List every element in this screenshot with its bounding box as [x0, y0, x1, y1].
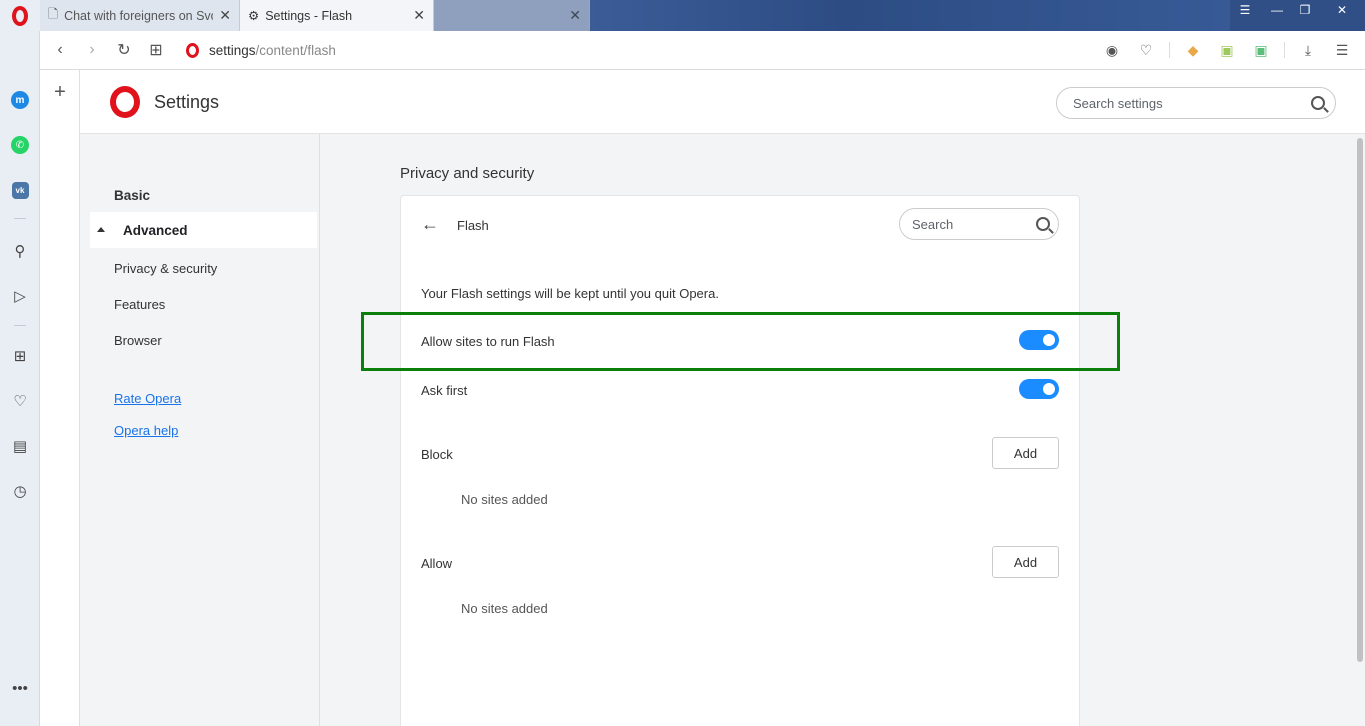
tab-title: Chat with foreigners on Svo: [64, 8, 214, 23]
sidebar-divider: [14, 218, 26, 219]
highlight-box: [361, 312, 1120, 371]
opera-logo-icon: [110, 86, 140, 118]
close-icon[interactable]: ✕: [413, 7, 425, 24]
search-input[interactable]: Search: [899, 208, 1059, 240]
nav-privacy-security[interactable]: Privacy & security: [114, 261, 217, 276]
reload-icon[interactable]: ↻: [108, 34, 140, 66]
tab-menu-icon[interactable]: ☰: [1227, 0, 1263, 20]
search-placeholder: Search: [912, 216, 954, 232]
tab-bar: 🗋 Chat with foreigners on Svo ✕ ⚙ Settin…: [0, 0, 1365, 31]
speed-dial-icon[interactable]: ⊞: [0, 342, 40, 370]
nav-advanced-label: Advanced: [123, 223, 188, 238]
opera-page-icon: [186, 42, 199, 58]
close-icon[interactable]: ✕: [219, 7, 231, 24]
messenger-icon[interactable]: m: [0, 86, 40, 114]
divider: [1169, 42, 1170, 58]
flash-settings-card: ← Flash Search Your Flash settings will …: [400, 195, 1080, 726]
extension-icon[interactable]: ▣: [1212, 34, 1242, 66]
window-controls: ☰ — ❐ ✕: [1227, 0, 1365, 20]
send-icon[interactable]: ▷: [0, 282, 40, 310]
tab-blurred[interactable]: ✕: [434, 0, 590, 31]
sidebar-divider: [14, 325, 26, 326]
document-icon: 🗋: [48, 7, 59, 21]
collapse-triangle-icon: [97, 227, 105, 232]
page-title: Flash: [457, 218, 489, 233]
search-placeholder: Search settings: [1073, 95, 1163, 111]
settings-nav: Basic Advanced Privacy & security Featur…: [80, 134, 320, 726]
tab-chat[interactable]: 🗋 Chat with foreigners on Svo ✕: [40, 0, 240, 31]
allow-label: Allow: [421, 556, 453, 571]
minimize-button[interactable]: —: [1263, 0, 1291, 20]
scrollbar[interactable]: [1355, 134, 1365, 726]
nav-advanced[interactable]: Advanced: [90, 212, 317, 248]
flash-info-text: Your Flash settings will be kept until y…: [421, 286, 719, 301]
tab-title: Settings - Flash: [265, 8, 353, 23]
divider: [1284, 42, 1285, 58]
search-settings-input[interactable]: Search settings: [1056, 87, 1336, 119]
block-empty-text: No sites added: [461, 492, 548, 507]
ask-first-toggle[interactable]: [1019, 379, 1059, 399]
nav-features[interactable]: Features: [114, 297, 165, 312]
close-window-button[interactable]: ✕: [1319, 0, 1365, 20]
scrollbar-thumb[interactable]: [1357, 138, 1363, 662]
url-host: settings: [209, 42, 256, 58]
search-icon: [1036, 217, 1050, 231]
tabs-grid-icon[interactable]: ⊞: [140, 34, 172, 66]
forward-icon[interactable]: ›: [76, 34, 108, 66]
opera-menu-button[interactable]: [0, 0, 40, 31]
download-icon[interactable]: ⤓: [1293, 34, 1323, 66]
blurred-tabs: [590, 0, 1230, 31]
settings-header: Settings Search settings: [80, 70, 1365, 134]
more-icon[interactable]: •••: [0, 674, 40, 702]
opera-sidebar: m ✆ vk ⚲ ▷ ⊞ ♡ ▤ ◷ •••: [0, 31, 40, 726]
url-path: /content/flash: [255, 42, 336, 58]
address-bar: ‹ › ↻ ⊞ settings/content/flash ◉ ♡ ◆ ▣ ▣…: [40, 31, 1365, 70]
section-title: Privacy and security: [400, 165, 535, 182]
close-icon[interactable]: ✕: [569, 7, 581, 24]
restore-button[interactable]: ❐: [1291, 0, 1319, 20]
back-arrow-icon[interactable]: ←: [421, 214, 439, 235]
nav-browser[interactable]: Browser: [114, 333, 162, 348]
settings-main: Privacy and security ← Flash Search Your…: [320, 134, 1355, 726]
vk-icon[interactable]: vk: [0, 176, 40, 204]
block-add-button[interactable]: Add: [992, 437, 1059, 469]
news-icon[interactable]: ▤: [0, 432, 40, 460]
search-icon[interactable]: ⚲: [0, 237, 40, 265]
toggle-knob: [1043, 383, 1055, 395]
block-label: Block: [421, 447, 453, 462]
ask-first-label: Ask first: [421, 383, 468, 398]
settings-title: Settings: [154, 92, 220, 112]
opera-help-link[interactable]: Opera help: [114, 423, 178, 438]
easy-setup-icon[interactable]: ☰: [1327, 34, 1357, 66]
rate-opera-link[interactable]: Rate Opera: [114, 391, 181, 406]
nav-basic[interactable]: Basic: [114, 188, 150, 203]
url-field[interactable]: settings/content/flash: [186, 42, 336, 58]
history-icon[interactable]: ◷: [0, 477, 40, 505]
extension-icon[interactable]: ▣: [1246, 34, 1276, 66]
add-panel-column: +: [40, 70, 80, 726]
gear-icon: ⚙: [248, 9, 260, 23]
tab-settings-flash[interactable]: ⚙ Settings - Flash ✕: [240, 0, 434, 31]
allow-add-button[interactable]: Add: [992, 546, 1059, 578]
heart-icon[interactable]: ♡: [0, 387, 40, 415]
address-actions: ◉ ♡ ◆ ▣ ▣ ⤓ ☰: [1097, 34, 1365, 66]
heart-icon[interactable]: ♡: [1131, 34, 1161, 66]
plus-icon[interactable]: +: [50, 82, 70, 102]
camera-icon[interactable]: ◉: [1097, 34, 1127, 66]
extension-cube-icon[interactable]: ◆: [1178, 34, 1208, 66]
search-icon: [1311, 96, 1325, 110]
allow-empty-text: No sites added: [461, 601, 548, 616]
back-icon[interactable]: ‹: [44, 34, 76, 66]
opera-logo-icon: [12, 5, 28, 26]
whatsapp-icon[interactable]: ✆: [0, 131, 40, 159]
